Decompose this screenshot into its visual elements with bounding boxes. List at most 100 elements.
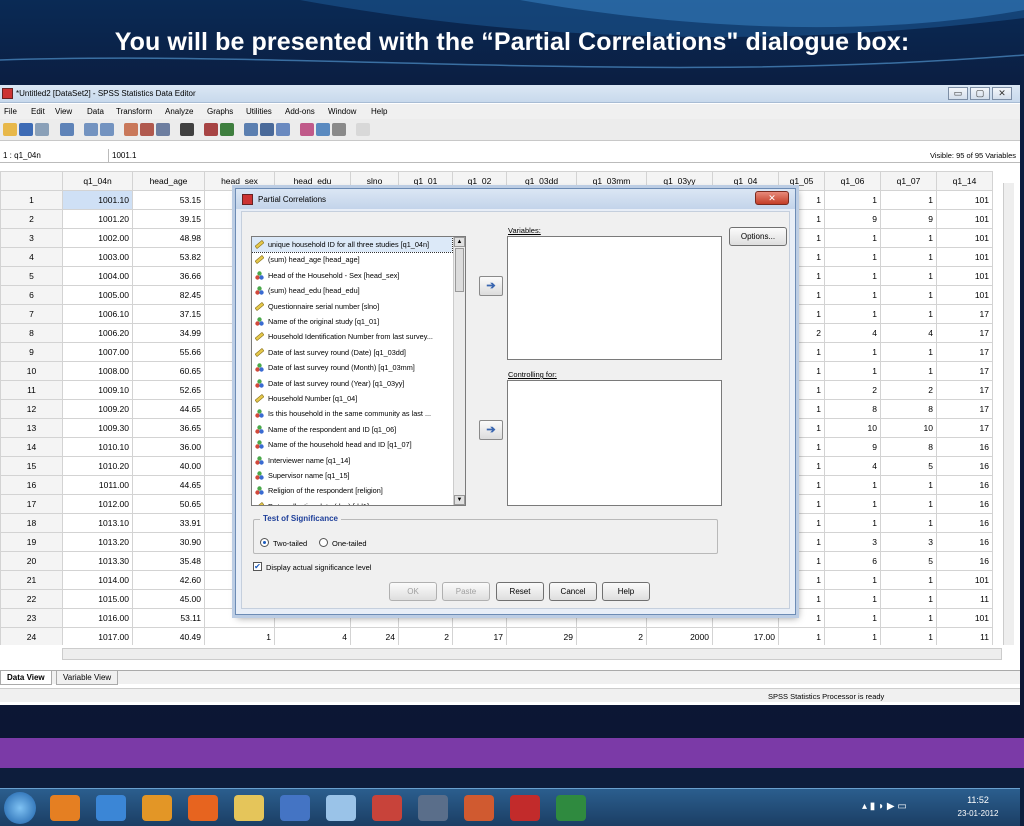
table-cell[interactable]: 5 [880,551,937,571]
table-cell[interactable]: 1 [880,570,937,590]
scroll-up-icon[interactable]: ▲ [454,237,465,247]
google-talk-icon[interactable] [326,795,356,821]
table-cell[interactable]: 1008.00 [62,361,133,381]
table-cell[interactable]: 101 [936,247,993,267]
corner-cell[interactable] [0,171,63,191]
variable-list-item[interactable]: Supervisor name [q1_15] [252,468,452,483]
table-cell[interactable]: 36.00 [132,437,205,457]
move-to-variables-button[interactable]: ➔ [479,276,503,296]
variable-list-item[interactable]: Date of last survey round (Date) [q1_03d… [252,345,452,360]
table-cell[interactable]: 1015.00 [62,589,133,609]
cancel-button[interactable]: Cancel [549,582,597,601]
row-number[interactable]: 19 [0,532,63,552]
table-cell[interactable]: 9 [824,437,881,457]
table-cell[interactable]: 1 [824,608,881,628]
variable-list-item[interactable]: Date of last survey round (Month) [q1_03… [252,360,452,375]
table-cell[interactable]: 36.66 [132,266,205,286]
menu-utilities[interactable]: Utilities [246,107,272,116]
table-cell[interactable]: 1012.00 [62,494,133,514]
table-cell[interactable]: 1 [824,513,881,533]
table-cell[interactable]: 11 [936,589,993,609]
menu-help[interactable]: Help [371,107,387,116]
table-cell[interactable]: 1 [824,266,881,286]
insert-cases-icon[interactable] [204,123,218,136]
table-cell[interactable]: 1009.10 [62,380,133,400]
table-cell[interactable]: 1009.30 [62,418,133,438]
table-cell[interactable]: 1006.20 [62,323,133,343]
table-cell[interactable]: 4 [824,323,881,343]
row-number[interactable]: 3 [0,228,63,248]
table-cell[interactable]: 17 [936,418,993,438]
table-cell[interactable]: 1009.20 [62,399,133,419]
table-cell[interactable]: 30.90 [132,532,205,552]
table-cell[interactable]: 1 [824,627,881,645]
table-cell[interactable]: 1 [880,304,937,324]
table-cell[interactable]: 1006.10 [62,304,133,324]
menu-window[interactable]: Window [328,107,356,116]
row-number[interactable]: 16 [0,475,63,495]
table-cell[interactable]: 16 [936,475,993,495]
table-cell[interactable]: 1 [824,494,881,514]
split-file-icon[interactable] [244,123,258,136]
table-cell[interactable]: 2000 [646,627,713,645]
table-cell[interactable]: 3 [824,532,881,552]
table-cell[interactable]: 101 [936,608,993,628]
table-cell[interactable]: 1003.00 [62,247,133,267]
use-sets-icon[interactable] [316,123,330,136]
table-cell[interactable]: 10 [824,418,881,438]
table-cell[interactable]: 1 [880,475,937,495]
table-cell[interactable]: 1 [824,361,881,381]
display-significance-checkbox[interactable]: ✔ [253,562,262,571]
row-number[interactable]: 24 [0,627,63,645]
row-number[interactable]: 20 [0,551,63,571]
table-cell[interactable]: 82.45 [132,285,205,305]
table-cell[interactable]: 48.98 [132,228,205,248]
select-cases-icon[interactable] [276,123,290,136]
table-cell[interactable]: 17 [936,380,993,400]
dialog-close-button[interactable]: ✕ [755,191,789,205]
table-cell[interactable]: 3 [880,532,937,552]
table-cell[interactable]: 101 [936,266,993,286]
table-cell[interactable]: 1 [880,285,937,305]
column-header[interactable]: q1_04n [62,171,133,191]
row-number[interactable]: 1 [0,190,63,210]
table-cell[interactable]: 1 [824,247,881,267]
variable-list-item[interactable]: Name of the original study [q1_01] [252,314,452,329]
menu-file[interactable]: File [4,107,17,116]
table-cell[interactable]: 35.48 [132,551,205,571]
table-cell[interactable]: 16 [936,494,993,514]
row-number[interactable]: 11 [0,380,63,400]
powerpoint-icon[interactable] [464,795,494,821]
table-cell[interactable]: 4 [274,627,351,645]
table-cell[interactable]: 50.65 [132,494,205,514]
acrobat-icon[interactable] [510,795,540,821]
goto-case-icon[interactable] [124,123,138,136]
weight-cases-icon[interactable] [260,123,274,136]
table-cell[interactable]: 39.15 [132,209,205,229]
table-cell[interactable]: 1 [204,627,275,645]
table-cell[interactable]: 8 [880,399,937,419]
media-player-icon[interactable] [142,795,172,821]
table-cell[interactable]: 1 [824,228,881,248]
table-cell[interactable]: 8 [880,437,937,457]
grid-vertical-scrollbar[interactable] [1003,183,1014,645]
table-cell[interactable]: 1 [880,266,937,286]
two-tailed-radio[interactable] [260,538,269,547]
table-cell[interactable]: 16 [936,437,993,457]
table-cell[interactable]: 44.65 [132,475,205,495]
variable-list-item[interactable]: Household Identification Number from las… [252,329,452,344]
table-cell[interactable]: 1005.00 [62,285,133,305]
variables-icon[interactable] [156,123,170,136]
variable-list-item[interactable]: unique household ID for all three studie… [252,237,453,254]
save-icon[interactable] [19,123,33,136]
table-cell[interactable]: 101 [936,209,993,229]
reset-button[interactable]: Reset [496,582,544,601]
table-cell[interactable]: 1001.10 [62,190,133,210]
display-significance-label[interactable]: Display actual significance level [266,563,371,572]
options-button[interactable]: Options... [729,227,787,246]
table-cell[interactable]: 1 [880,247,937,267]
table-cell[interactable]: 1001.20 [62,209,133,229]
spss-taskbar-icon[interactable] [372,795,402,821]
variable-list-item[interactable]: Interviewer name [q1_14] [252,453,452,468]
one-tailed-radio[interactable] [319,538,328,547]
